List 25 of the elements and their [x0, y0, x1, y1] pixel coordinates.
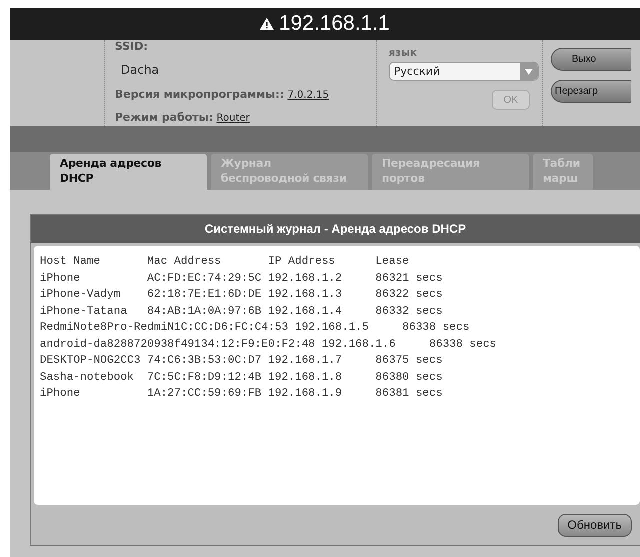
log-line: Host Name Mac Address IP Address Lease	[40, 254, 410, 270]
tab[interactable]: Аренда адресов DHCP	[50, 154, 207, 190]
language-dropdown[interactable]: Русский	[389, 62, 539, 81]
mode-label: Режим работы:	[115, 110, 214, 124]
log-line: iPhone 1A:27:CC:59:69:FB 192.168.1.9 86381 secs	[40, 386, 444, 402]
log-line: DESKTOP-NOG2CC3 74:C6:3B:53:0C:D7 192.168.1.7 86375 secs	[40, 354, 444, 369]
warning-icon	[260, 18, 274, 30]
firmware-link[interactable]: 7.0.2.15	[288, 90, 330, 101]
log-line: Sasha-notebook 7C:5C:F8:D9:12:4B 192.168.1.8 86380 secs	[40, 370, 444, 386]
log-line: iPhone-Tatana 84:AB:1A:0A:97:6B 192.168.1.4 86332 secs	[40, 304, 444, 320]
language-label: язык	[389, 48, 418, 59]
window-title: 192.168.1.1	[279, 12, 390, 36]
firmware-label: Версия микропрограммы::	[115, 88, 284, 101]
log-line: RedmiNote8Pro-RedmiN1C:CC:D6:FC:C4:53 192.168.1.5 86338 secs	[40, 320, 471, 336]
ssid-label: SSID:	[115, 40, 149, 53]
panel-title: Системный журнал - Аренда адресов DHCP	[31, 215, 640, 243]
ssid-value: Dacha	[120, 63, 160, 78]
log-line: iPhone AC:FD:EC:74:29:5C 192.168.1.2 86321 secs	[40, 272, 444, 286]
mode-link[interactable]: Router	[216, 112, 250, 124]
refresh-button[interactable]: Обновить	[558, 514, 632, 536]
header-button[interactable]: Перезагр	[551, 80, 631, 103]
log-line: android-da8288720938f49134:12:F9:E0:F2:48 192.168.1.6 86338 secs	[40, 338, 498, 352]
header-button[interactable]: Выхо	[551, 48, 631, 71]
dropdown-arrow-icon	[525, 68, 533, 74]
log-line: iPhone-Vadym 62:18:7E:E1:6D:DE 192.168.1.3 86322 secs	[40, 288, 444, 303]
